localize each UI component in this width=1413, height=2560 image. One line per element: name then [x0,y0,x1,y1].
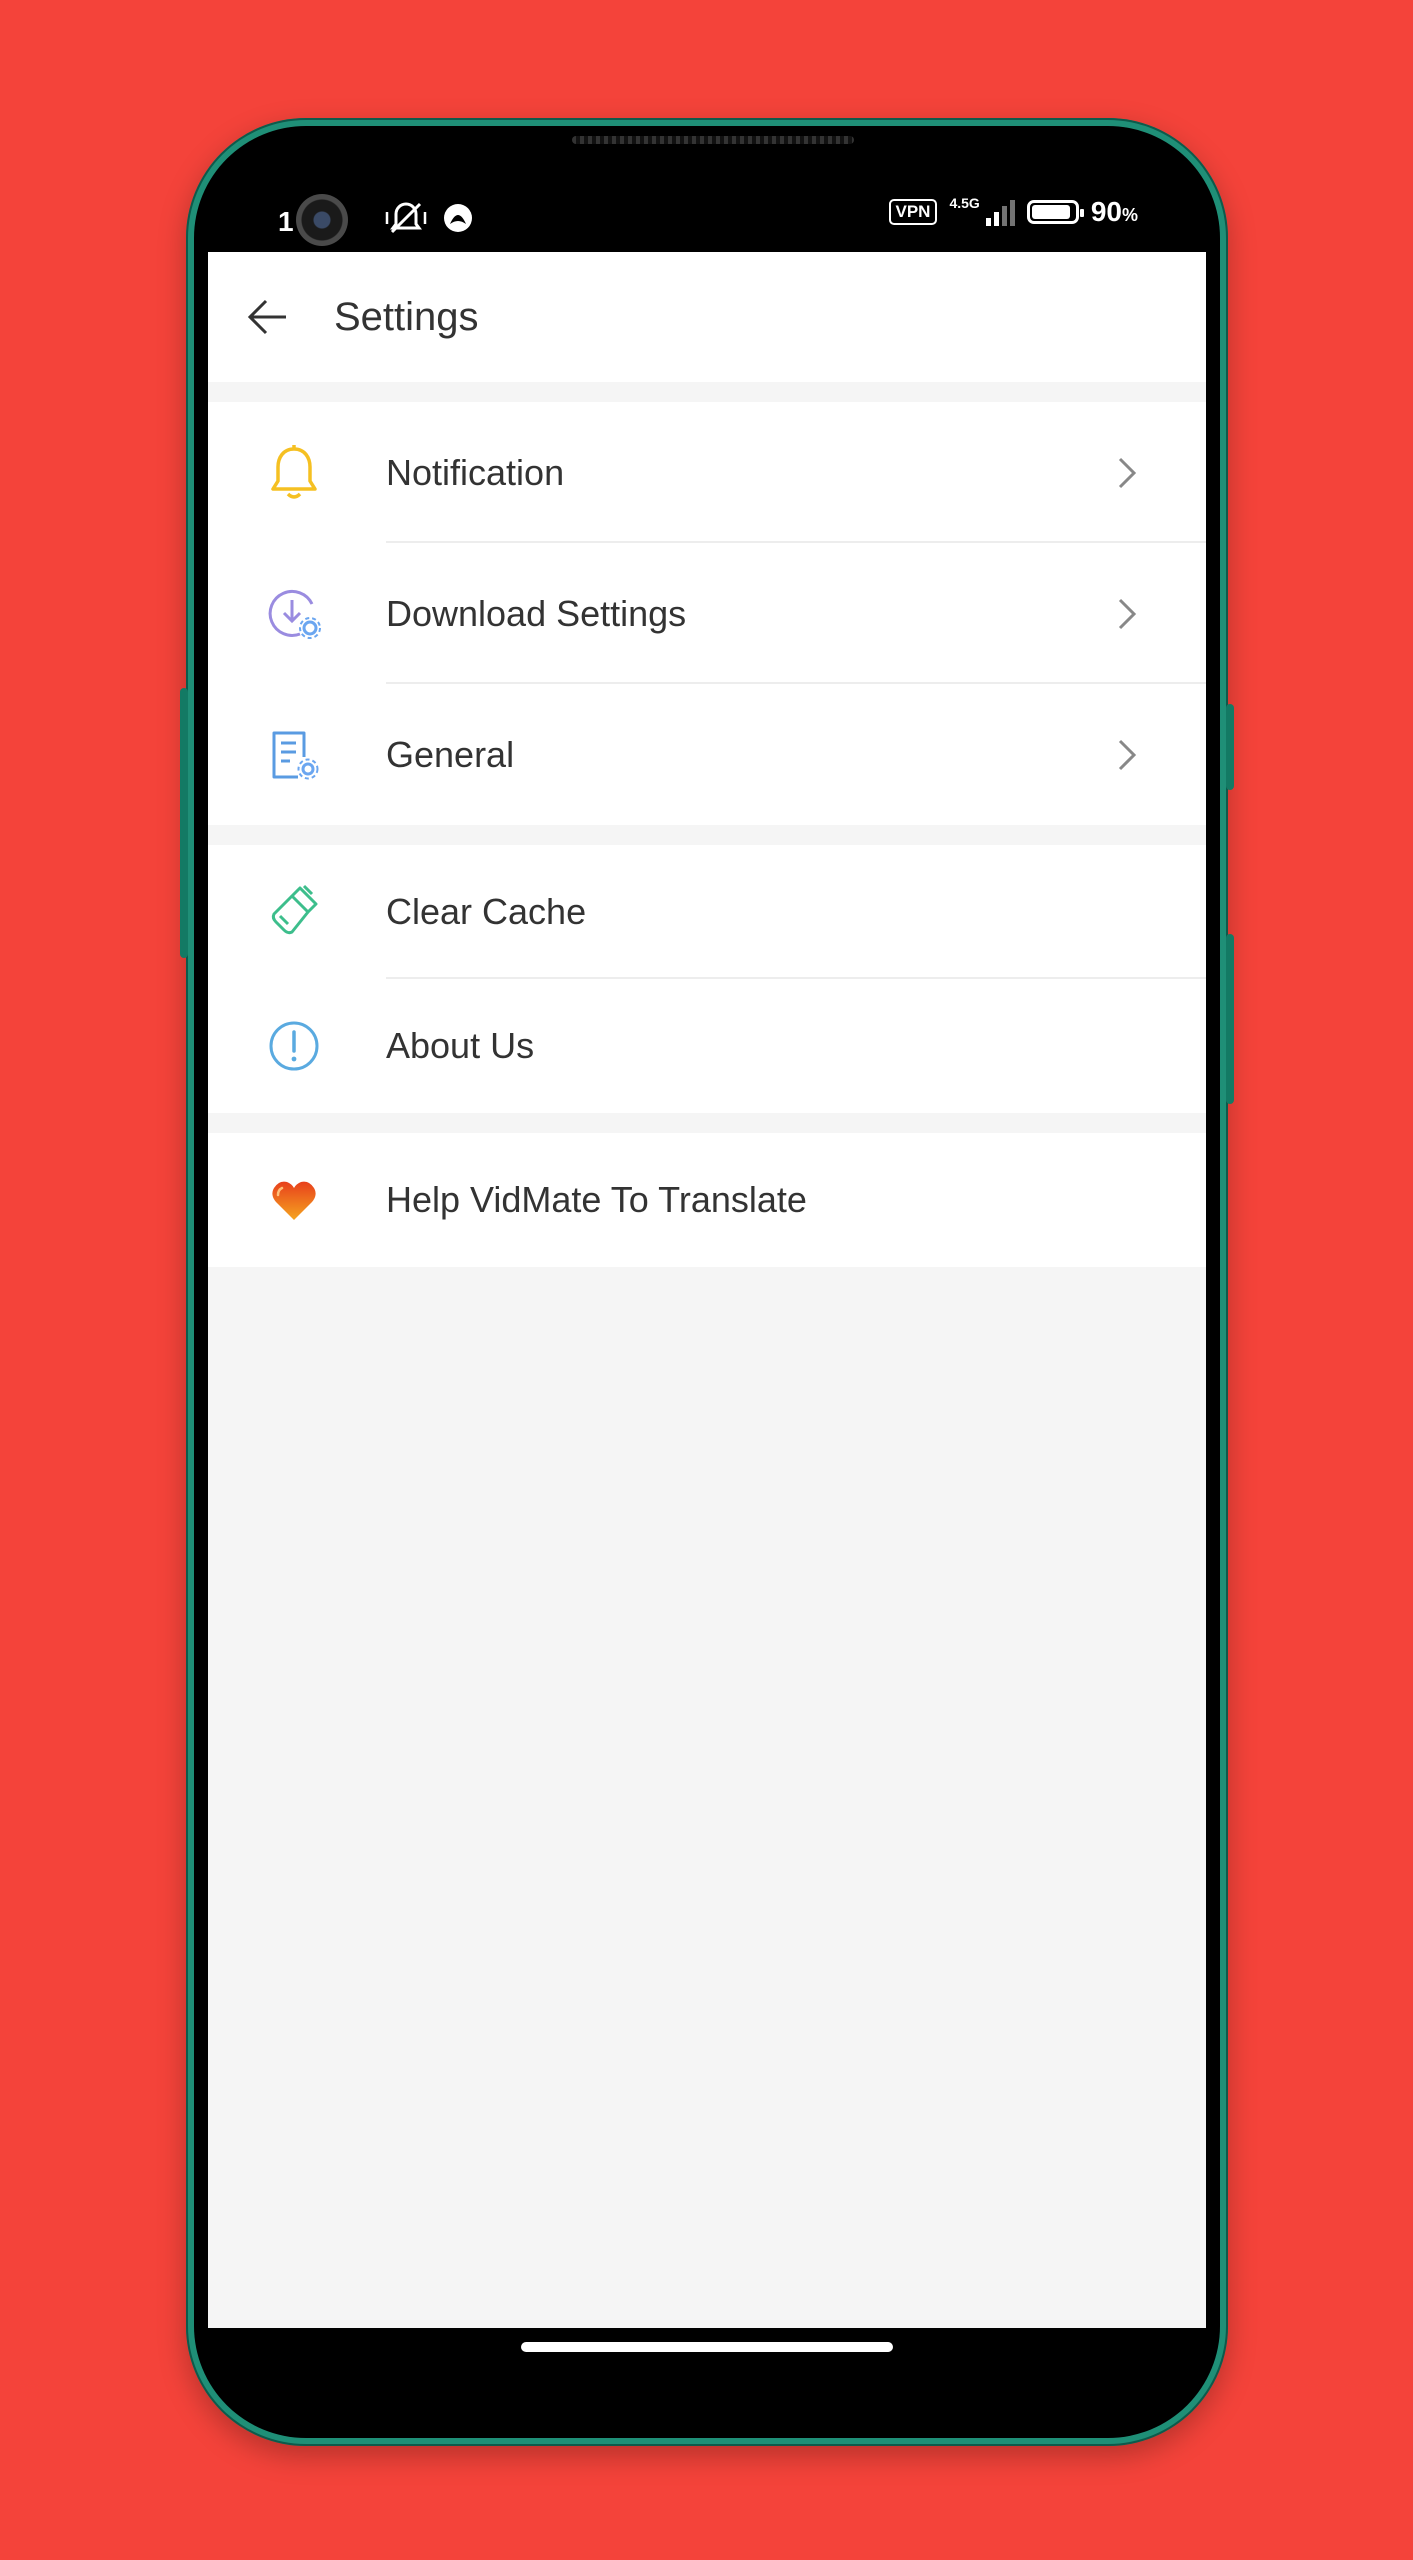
signal-strength-icon [985,198,1015,226]
page-title: Settings [334,294,479,339]
brush-icon [266,884,322,940]
app-bar: Settings [208,252,1206,382]
front-camera [296,194,348,246]
earpiece-speaker [572,136,854,144]
document-gear-icon [266,727,322,783]
back-button[interactable] [228,277,308,357]
info-icon [266,1018,322,1074]
heart-icon [266,1172,322,1228]
settings-item-notification[interactable]: Notification [208,402,1206,543]
settings-group-maintenance: Clear Cache About Us [208,845,1206,1113]
settings-item-label: Clear Cache [386,891,587,932]
settings-item-label: Help VidMate To Translate [386,1179,807,1220]
battery-unit: % [1121,205,1138,225]
battery-percentage: 90% [1091,196,1138,228]
settings-item-help-translate[interactable]: Help VidMate To Translate [208,1133,1206,1267]
status-bar: 1 VPN 4.5G 90 % [208,156,1206,252]
home-indicator[interactable] [521,2342,893,2352]
chevron-right-icon [1112,596,1142,632]
settings-item-label: About Us [386,1025,535,1066]
vpn-badge: VPN [888,199,938,225]
bell-icon [266,444,322,501]
download-settings-icon [266,586,322,642]
notification-app-icon [442,202,474,241]
status-right: VPN 4.5G 90% [888,195,1138,228]
settings-item-about-us[interactable]: About Us [208,979,1206,1113]
navigation-bar [208,2328,1206,2424]
network-type-label: 4.5G [949,195,980,211]
mute-vibrate-icon [384,200,428,243]
phone-bezel: 1 VPN 4.5G 90 % Settings Notification Do… [194,126,1220,2438]
battery-value: 90 [1090,196,1122,227]
settings-item-label: Notification [386,451,565,493]
settings-item-label: Download Settings [386,592,687,634]
battery-fill [1031,205,1070,219]
phone-frame: 1 VPN 4.5G 90 % Settings Notification Do… [180,118,1234,2446]
chevron-right-icon [1112,737,1142,773]
arrow-left-icon [247,299,286,335]
settings-screen: Settings Notification Download Settings … [208,252,1206,2328]
settings-item-clear-cache[interactable]: Clear Cache [208,845,1206,979]
settings-group-main: Notification Download Settings General [208,402,1206,825]
chevron-right-icon [1112,455,1142,491]
status-time: 1 [278,205,294,237]
phone-volume-button [180,688,188,958]
settings-item-general[interactable]: General [208,684,1206,825]
phone-screen: 1 VPN 4.5G 90 % Settings Notification Do… [208,156,1206,2424]
battery-icon [1026,200,1084,224]
settings-group-community: Help VidMate To Translate [208,1133,1206,1267]
settings-item-label: General [386,733,515,775]
phone-side-button [1226,934,1234,1104]
settings-item-download-settings[interactable]: Download Settings [208,543,1206,684]
phone-power-button [1226,704,1234,790]
